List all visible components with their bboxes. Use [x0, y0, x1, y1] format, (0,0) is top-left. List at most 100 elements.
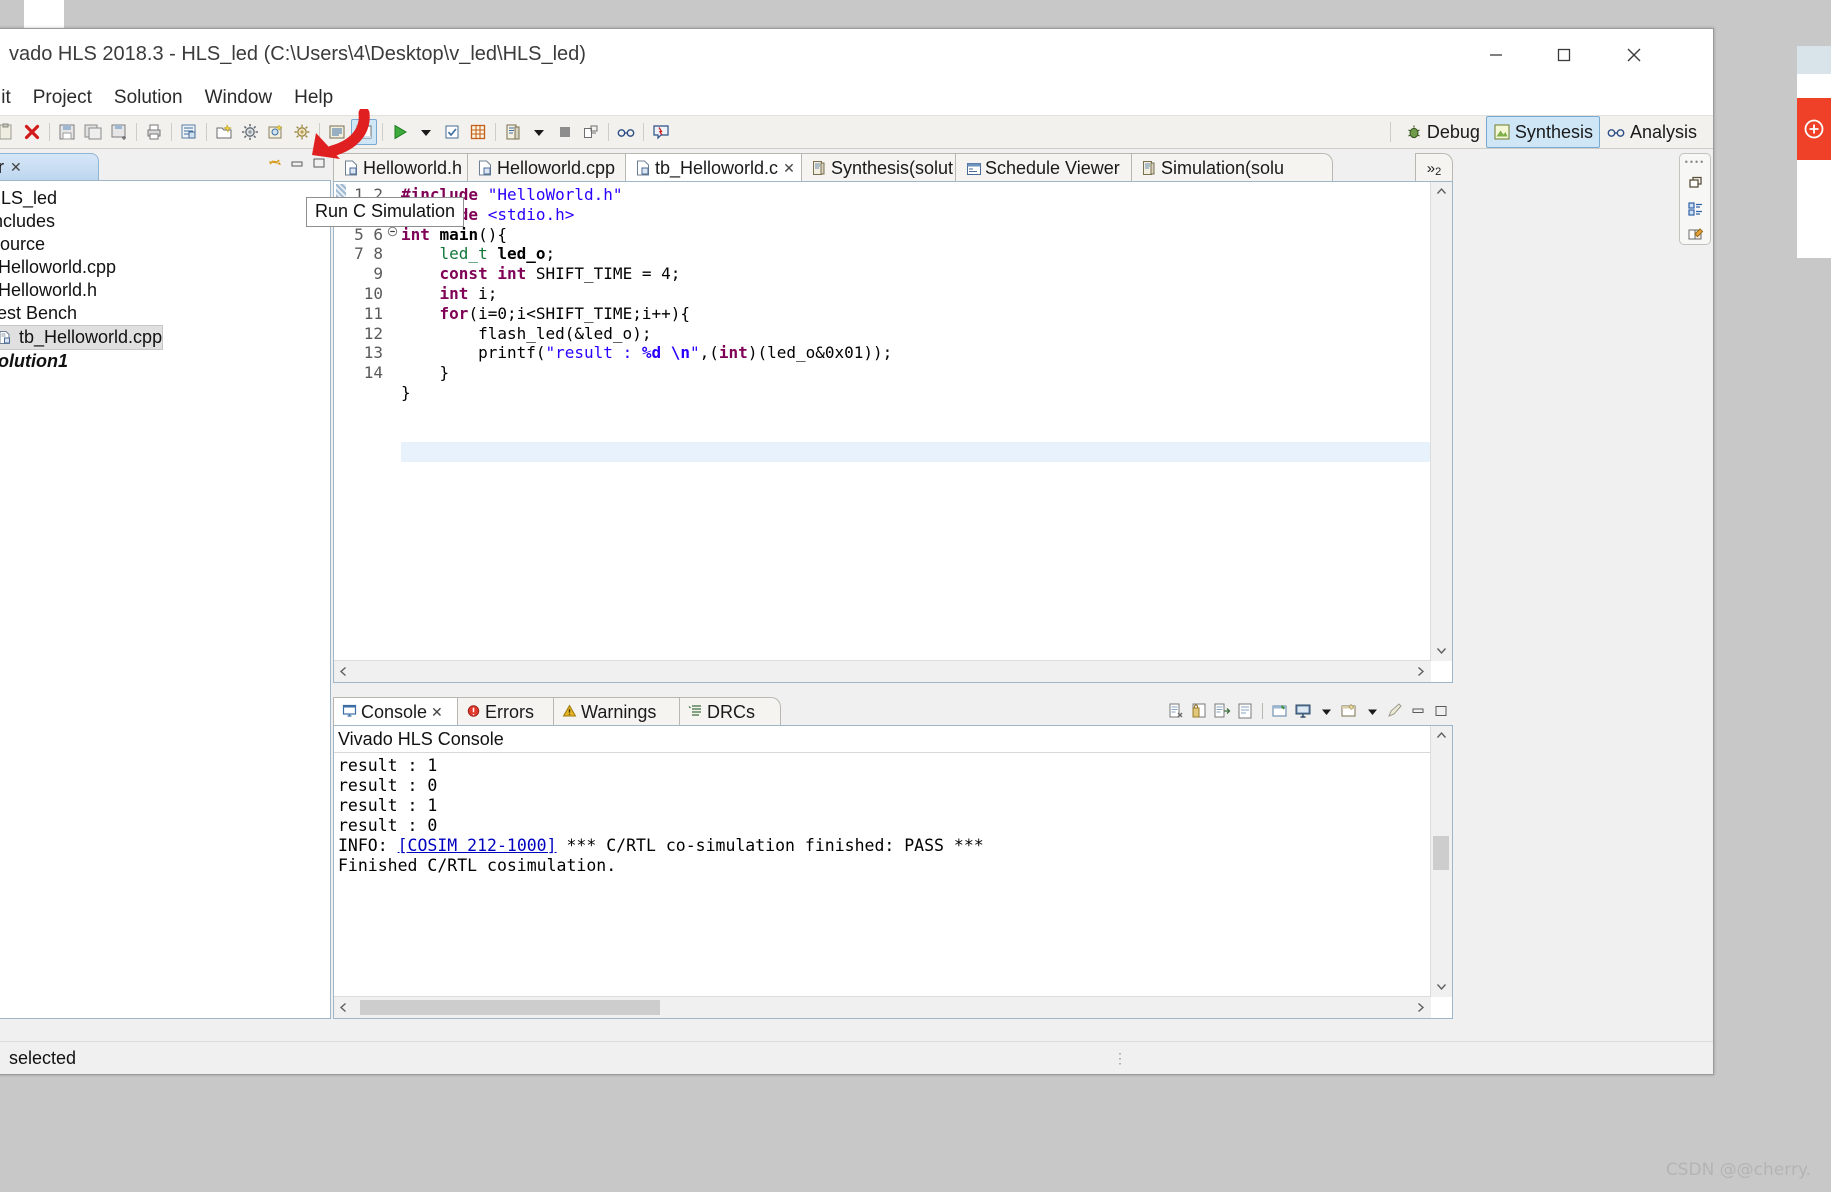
menu-item-window[interactable]: Window [194, 85, 284, 111]
menu-item-edit[interactable]: Edit [0, 85, 22, 111]
scroll-lock-icon[interactable] [1189, 701, 1209, 721]
copy-solution-icon[interactable] [501, 120, 525, 144]
scroll-up-icon[interactable] [1431, 726, 1452, 744]
new-solution-icon[interactable] [264, 120, 288, 144]
print-icon[interactable] [142, 120, 166, 144]
validate-icon[interactable] [440, 120, 464, 144]
run-icon[interactable] [388, 120, 412, 144]
clear-console-icon[interactable] [1166, 701, 1186, 721]
open-wave-viewer-icon[interactable] [649, 120, 673, 144]
editor-horizontal-scrollbar[interactable] [334, 660, 1431, 682]
pin-console-icon[interactable] [1270, 701, 1290, 721]
toolbar-separator [495, 123, 496, 141]
tree-item-includes[interactable]: Includes [0, 210, 330, 233]
tree-item-hls-led[interactable]: HLS_led [0, 187, 330, 210]
tree-item-helloworld-cpp[interactable]: Helloworld.cpp [0, 256, 330, 279]
show-console-on-output-icon[interactable] [1212, 701, 1232, 721]
editor-marker-column [334, 182, 349, 660]
maximize-view-icon[interactable] [311, 155, 327, 171]
tab-explorer[interactable]: lorer ✕ [0, 153, 99, 181]
cosim-log-link[interactable]: [COSIM 212-1000] [398, 836, 557, 855]
perspective-debug[interactable]: Debug [1399, 117, 1486, 147]
directive-view-icon[interactable] [1685, 225, 1705, 244]
tree-item-tb-helloworld-cpp[interactable]: tb_Helloworld.cpp [0, 325, 164, 350]
tab-warnings-label: Warnings [581, 701, 657, 722]
display-selected-console-dropdown-icon[interactable] [1316, 701, 1336, 721]
solution-settings-icon[interactable] [290, 120, 314, 144]
tab-explorer-close-icon[interactable]: ✕ [10, 159, 22, 176]
run-c-synthesis-icon[interactable] [325, 120, 349, 144]
run-dropdown-icon[interactable] [414, 120, 438, 144]
scroll-right-icon[interactable] [1411, 661, 1429, 682]
tab-console-close-icon[interactable]: ✕ [431, 704, 443, 721]
code-folding-column[interactable] [387, 182, 399, 660]
console-horizontal-scrollbar[interactable] [334, 996, 1431, 1018]
orange-badge[interactable] [1797, 98, 1831, 160]
project-tree[interactable]: HLS_led Includes Source [0, 180, 331, 1019]
tree-item-source[interactable]: Source [0, 233, 330, 256]
word-wrap-icon[interactable] [1235, 701, 1255, 721]
code-text[interactable]: #include "HelloWorld.h" #include <stdio.… [399, 182, 1430, 660]
console-body[interactable]: Vivado HLS Console result : 1 result : 0… [333, 725, 1453, 1019]
outline-view-icon[interactable] [1685, 199, 1705, 218]
display-selected-console-icon[interactable] [1293, 701, 1313, 721]
open-report-icon[interactable] [614, 120, 638, 144]
code-editor[interactable]: 1 2 3 4 5 6 7 8 9 10 11 12 13 14 #includ… [333, 181, 1453, 683]
tab-tb-helloworld-c-close-icon[interactable]: ✕ [783, 160, 795, 177]
link-with-editor-icon[interactable] [267, 155, 283, 171]
copy-solution-dropdown-icon[interactable] [527, 120, 551, 144]
paste-icon[interactable] [0, 120, 18, 144]
tree-item-test-bench[interactable]: Test Bench [0, 302, 330, 325]
tab-warnings[interactable]: Warnings [553, 697, 699, 726]
tree-item-helloworld-h[interactable]: Helloworld.h [0, 279, 330, 302]
minimize-button[interactable] [1465, 29, 1527, 81]
console-output[interactable]: result : 1 result : 0 result : 1 result … [334, 754, 1431, 997]
explorer-view-toolbar [267, 155, 327, 171]
close-button[interactable] [1603, 29, 1665, 81]
menu-item-project[interactable]: Project [22, 85, 103, 111]
menu-item-help[interactable]: Help [283, 85, 344, 111]
tab-simulation[interactable]: Simulation(solu [1131, 153, 1333, 181]
export-rtl-icon[interactable] [466, 120, 490, 144]
menu-item-solution[interactable]: Solution [103, 85, 194, 111]
code-viewport[interactable]: 1 2 3 4 5 6 7 8 9 10 11 12 13 14 #includ… [334, 182, 1430, 660]
status-resize-grip[interactable]: ⋮ [1113, 1050, 1128, 1067]
console-vertical-scrollbar[interactable] [1430, 726, 1452, 997]
run-c-simulation-icon[interactable] [351, 119, 377, 145]
minimize-view-icon[interactable] [1408, 701, 1428, 721]
console-horizontal-scroll-thumb[interactable] [360, 1000, 660, 1015]
scroll-left-icon[interactable] [334, 661, 352, 682]
save-icon[interactable] [55, 120, 79, 144]
save-as-icon[interactable] [81, 120, 105, 144]
scroll-left-icon[interactable] [334, 997, 352, 1018]
scroll-up-icon[interactable] [1431, 182, 1452, 200]
delete-icon[interactable] [20, 120, 44, 144]
new-project-icon[interactable] [212, 120, 236, 144]
tab-console[interactable]: Console ✕ [333, 697, 477, 726]
synthesis-icon [1494, 124, 1510, 140]
perspective-analysis[interactable]: Analysis [1600, 117, 1703, 147]
console-vertical-scroll-thumb[interactable] [1433, 836, 1449, 870]
open-console-icon[interactable] [1339, 701, 1359, 721]
minimize-view-icon[interactable] [289, 155, 305, 171]
perspective-synthesis[interactable]: Synthesis [1485, 116, 1600, 148]
maximize-view-icon[interactable] [1431, 701, 1451, 721]
fast-view-drag-handle[interactable]: •••• [1685, 158, 1706, 167]
tab-drcs[interactable]: DRCs [679, 697, 781, 726]
save-all-icon[interactable] [107, 120, 131, 144]
compare-reports-icon[interactable] [579, 120, 603, 144]
report-icon [1142, 160, 1156, 176]
maximize-button[interactable] [1533, 29, 1595, 81]
project-settings-icon[interactable] [238, 120, 262, 144]
stop-icon[interactable] [553, 120, 577, 144]
scroll-down-icon[interactable] [1431, 641, 1452, 659]
remove-console-icon[interactable] [1385, 701, 1405, 721]
editor-tab-overflow-button[interactable]: » 2 [1415, 153, 1453, 181]
restore-icon[interactable] [1685, 173, 1705, 192]
open-console-dropdown-icon[interactable] [1362, 701, 1382, 721]
editor-vertical-scrollbar[interactable] [1430, 182, 1452, 661]
scroll-down-icon[interactable] [1431, 977, 1452, 995]
scroll-right-icon[interactable] [1411, 997, 1429, 1018]
tree-item-solution1[interactable]: solution1 [0, 350, 330, 373]
new-source-icon[interactable] [177, 120, 201, 144]
